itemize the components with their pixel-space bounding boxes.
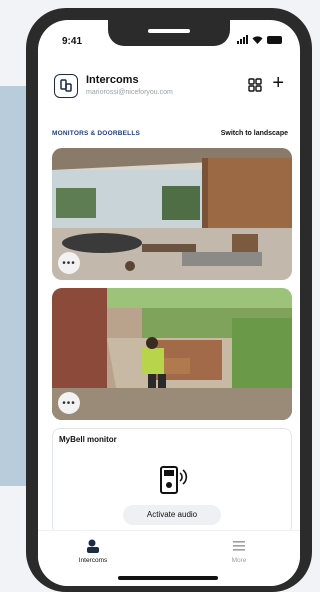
phone-frame: 9:41 Intercoms mariorossi@niceforyou.com [26,8,312,592]
battery-icon [267,36,282,44]
tab-more[interactable]: More [204,539,274,564]
intercom-tab-icon [87,539,99,553]
living-room-image [52,148,292,280]
camera-feed-doorbell[interactable]: ••• [52,288,292,420]
app-screen: 9:41 Intercoms mariorossi@niceforyou.com [38,20,300,586]
speaker-grille [148,29,190,33]
add-button[interactable]: + [272,73,284,93]
page-title: Intercoms [86,74,139,86]
signal-icon [237,35,248,44]
bottom-tab-bar: Intercoms More [38,530,300,586]
activate-audio-button[interactable]: Activate audio [123,505,221,525]
account-email: mariorossi@niceforyou.com [86,89,173,96]
doorbell-image [52,288,292,420]
wifi-icon [252,36,263,44]
menu-icon [233,541,245,551]
section-header: MONITORS & DOORBELLS Switch to landscape [52,130,288,142]
status-time: 9:41 [62,36,83,47]
tab-intercoms[interactable]: Intercoms [58,539,128,564]
status-icons [237,35,282,44]
tab-intercoms-label: Intercoms [78,557,108,564]
camera-more-button[interactable]: ••• [58,252,80,274]
section-label: MONITORS & DOORBELLS [52,130,141,137]
door-station-icon [160,466,188,494]
monitor-card: MyBell monitor Activate audio [52,428,292,534]
intercom-icon [54,74,78,98]
monitor-name: MyBell monitor [59,435,117,444]
switch-to-landscape-link[interactable]: Switch to landscape [221,130,288,137]
header: Intercoms mariorossi@niceforyou.com + [54,72,288,102]
grid-view-icon[interactable] [248,78,262,92]
tab-more-label: More [231,557,247,564]
home-indicator [118,576,218,580]
camera-more-button[interactable]: ••• [58,392,80,414]
notch [108,20,230,46]
camera-feed-living-room[interactable]: ••• [52,148,292,280]
